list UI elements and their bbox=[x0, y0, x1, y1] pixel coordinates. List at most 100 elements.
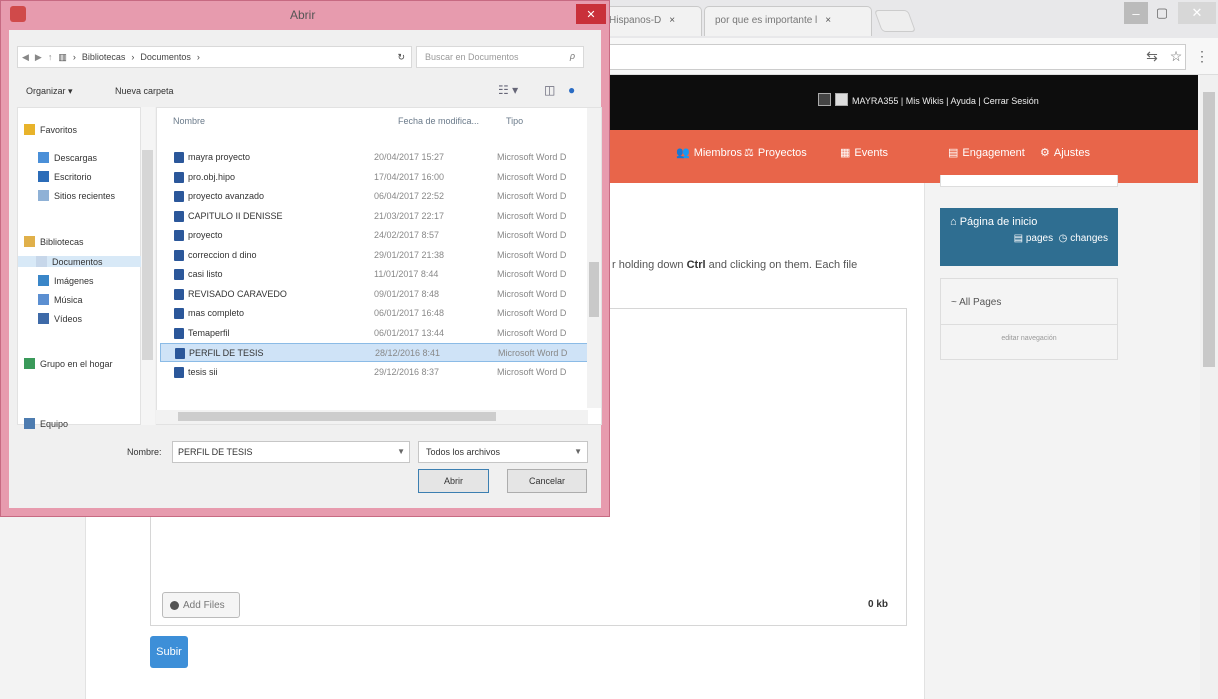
tab-close-icon[interactable]: × bbox=[825, 15, 831, 26]
user-links[interactable]: MAYRA355 | Mis Wikis | Ayuda | Cerrar Se… bbox=[852, 96, 1039, 106]
breadcrumb-bibliotecas[interactable]: Bibliotecas bbox=[82, 52, 126, 62]
filename-input[interactable]: PERFIL DE TESIS ▼ bbox=[172, 441, 410, 463]
minimize-icon[interactable]: – bbox=[1124, 2, 1148, 24]
nav-label: Ajustes bbox=[1053, 146, 1090, 159]
translate-icon[interactable]: ⇆ bbox=[1142, 46, 1162, 66]
back-arrow-icon[interactable]: ◀ bbox=[22, 52, 29, 63]
bookmark-star-icon[interactable]: ☆ bbox=[1166, 46, 1186, 66]
nav-pane-scrollbar-thumb[interactable] bbox=[142, 150, 153, 360]
organize-button[interactable]: Organizar ▾ bbox=[26, 86, 73, 97]
file-row[interactable]: tesis sii 29/12/2016 8:37 Microsoft Word D bbox=[160, 363, 590, 382]
chrome-menu-icon[interactable]: ⋮ bbox=[1192, 46, 1212, 66]
address-bar[interactable] bbox=[606, 44, 1186, 70]
nav-tree-item[interactable]: Descargas bbox=[38, 152, 97, 163]
chevron-down-icon[interactable]: ▼ bbox=[574, 447, 582, 456]
file-type: Microsoft Word D bbox=[497, 366, 567, 377]
nav-ajustes[interactable]: ⚙ Ajustes bbox=[1040, 146, 1090, 160]
total-size-label: 0 kb bbox=[868, 599, 889, 610]
user-menu-icon[interactable] bbox=[818, 93, 831, 106]
nav-miembros[interactable]: 👥 Miembros bbox=[676, 146, 742, 160]
home-icon: ⌂ bbox=[950, 216, 960, 228]
preview-pane-icon[interactable]: ◫ bbox=[544, 83, 555, 97]
nav-engagement[interactable]: ▤ Engagement bbox=[948, 146, 1025, 160]
file-date: 17/04/2017 16:00 bbox=[374, 171, 445, 182]
pages-link[interactable]: pages bbox=[1026, 233, 1053, 244]
browser-tab[interactable]: Hispanos-D × bbox=[598, 6, 702, 36]
nav-tree-item[interactable]: Música bbox=[38, 294, 83, 305]
file-row[interactable]: PERFIL DE TESIS 28/12/2016 8:41 Microsoft … bbox=[160, 343, 590, 362]
nav-tree-item[interactable]: Vídeos bbox=[38, 313, 82, 324]
folder-path-bar[interactable]: ◀ ▶ ↑ ▥ › Bibliotecas › Documentos › ↻ bbox=[17, 46, 412, 68]
file-bar bbox=[150, 584, 907, 626]
column-header-type[interactable]: Tipo bbox=[506, 116, 523, 126]
search-input[interactable]: Buscar en Documentos ρ bbox=[416, 46, 584, 68]
nav-tree-item[interactable]: Sitios recientes bbox=[38, 190, 115, 201]
search-icon[interactable]: ρ bbox=[570, 51, 575, 61]
nav-label: Miembros bbox=[693, 146, 742, 159]
file-rows: mayra proyecto 20/04/2017 15:27 Microsoft … bbox=[160, 148, 590, 406]
add-files-button[interactable]: Add Files bbox=[162, 592, 240, 618]
avatar[interactable] bbox=[835, 93, 848, 106]
nav-label: Proyectos bbox=[757, 146, 807, 159]
file-type-select[interactable]: Todos los archivos ▼ bbox=[418, 441, 588, 463]
nav-tree-item[interactable]: Favoritos bbox=[24, 124, 77, 135]
nav-tree-label: Vídeos bbox=[54, 313, 83, 324]
word-document-icon bbox=[174, 308, 184, 319]
nav-tree-item[interactable]: Equipo bbox=[24, 418, 68, 429]
submit-button[interactable]: Subir bbox=[150, 636, 188, 668]
file-list-hscrollbar-thumb[interactable] bbox=[178, 412, 496, 421]
chevron-down-icon[interactable]: ▼ bbox=[397, 447, 405, 456]
downloads-icon bbox=[38, 152, 49, 163]
file-list-vscrollbar-thumb[interactable] bbox=[589, 262, 599, 317]
file-row[interactable]: pro.obj.hipo 17/04/2017 16:00 Microsoft Wo… bbox=[160, 168, 590, 187]
open-button[interactable]: Abrir bbox=[418, 469, 489, 493]
changes-link[interactable]: changes bbox=[1070, 233, 1108, 244]
file-row[interactable]: mas completo 06/01/2017 16:48 Microsoft Wo… bbox=[160, 304, 590, 323]
forward-arrow-icon[interactable]: ▶ bbox=[35, 52, 42, 63]
maximize-icon[interactable]: ▢ bbox=[1150, 2, 1174, 24]
nav-tree-label: Sitios recientes bbox=[54, 190, 116, 201]
word-document-icon bbox=[174, 366, 184, 378]
nav-tree-item[interactable]: Escritorio bbox=[38, 171, 92, 182]
file-type: Microsoft Word D bbox=[497, 249, 567, 260]
file-row[interactable]: Temaperfil 06/01/2017 13:44 Microsoft Word… bbox=[160, 324, 590, 343]
nav-tree-item[interactable]: Bibliotecas bbox=[24, 236, 84, 247]
file-row[interactable]: CAPITULO II DENISSE 21/03/2017 22:17 Micro… bbox=[160, 207, 590, 226]
file-row[interactable]: casi listo 11/01/2017 8:44 Microsoft Word … bbox=[160, 265, 590, 284]
file-row[interactable]: mayra proyecto 20/04/2017 15:27 Microsoft … bbox=[160, 148, 590, 167]
nav-tree-item[interactable]: Grupo en el hogar bbox=[24, 358, 113, 369]
breadcrumb-sep: › bbox=[131, 52, 135, 62]
close-window-icon[interactable]: ✕ bbox=[1178, 2, 1216, 24]
nav-events[interactable]: ▦ Events bbox=[840, 146, 888, 160]
file-name: PERFIL DE TESIS bbox=[189, 348, 264, 358]
column-header-date[interactable]: Fecha de modifica... bbox=[398, 116, 479, 126]
home-card-title[interactable]: Página de inicio bbox=[960, 216, 1038, 228]
hint-key: Ctrl bbox=[686, 259, 706, 271]
breadcrumb-documentos[interactable]: Documentos bbox=[140, 52, 191, 62]
nav-proyectos[interactable]: ⚖ Proyectos bbox=[744, 146, 807, 160]
file-list-vscrollbar[interactable] bbox=[587, 108, 601, 408]
refresh-icon[interactable]: ↻ bbox=[397, 52, 405, 63]
all-pages-link[interactable]: ~ All Pages bbox=[941, 279, 1117, 325]
nav-label: Engagement bbox=[962, 146, 1025, 159]
view-options-icon[interactable]: ☷ ▾ bbox=[498, 83, 518, 97]
edit-navigation-link[interactable]: editar navegación bbox=[941, 335, 1117, 342]
file-name: proyecto avanzado bbox=[188, 191, 265, 201]
tab-close-icon[interactable]: × bbox=[669, 15, 675, 26]
file-row[interactable]: correccion d dino 29/01/2017 21:38 Microso… bbox=[160, 246, 590, 265]
file-row[interactable]: REVISADO CARAVEDO 09/01/2017 8:48 Microsof… bbox=[160, 285, 590, 304]
up-arrow-icon[interactable]: ↑ bbox=[48, 52, 53, 62]
nav-tree-item[interactable]: Documentos bbox=[18, 256, 141, 267]
help-icon[interactable]: ● bbox=[568, 83, 575, 97]
browser-tab[interactable]: por que es importante l × bbox=[704, 6, 872, 36]
nav-tree-item[interactable]: Imágenes bbox=[38, 275, 94, 286]
new-folder-button[interactable]: Nueva carpeta bbox=[115, 86, 174, 96]
cancel-button[interactable]: Cancelar bbox=[507, 469, 587, 493]
file-row[interactable]: proyecto 24/02/2017 8:57 Microsoft Word D bbox=[160, 226, 590, 245]
file-row[interactable]: proyecto avanzado 06/04/2017 22:52 Microso… bbox=[160, 187, 590, 206]
documents-icon bbox=[36, 256, 47, 267]
page-scrollbar-thumb[interactable] bbox=[1203, 92, 1215, 367]
home-page-card[interactable]: ⌂ Página de inicio ▤ pages ◷ changes bbox=[940, 208, 1118, 266]
dialog-close-icon[interactable]: ✕ bbox=[576, 4, 606, 24]
column-header-name[interactable]: Nombre bbox=[173, 116, 205, 126]
